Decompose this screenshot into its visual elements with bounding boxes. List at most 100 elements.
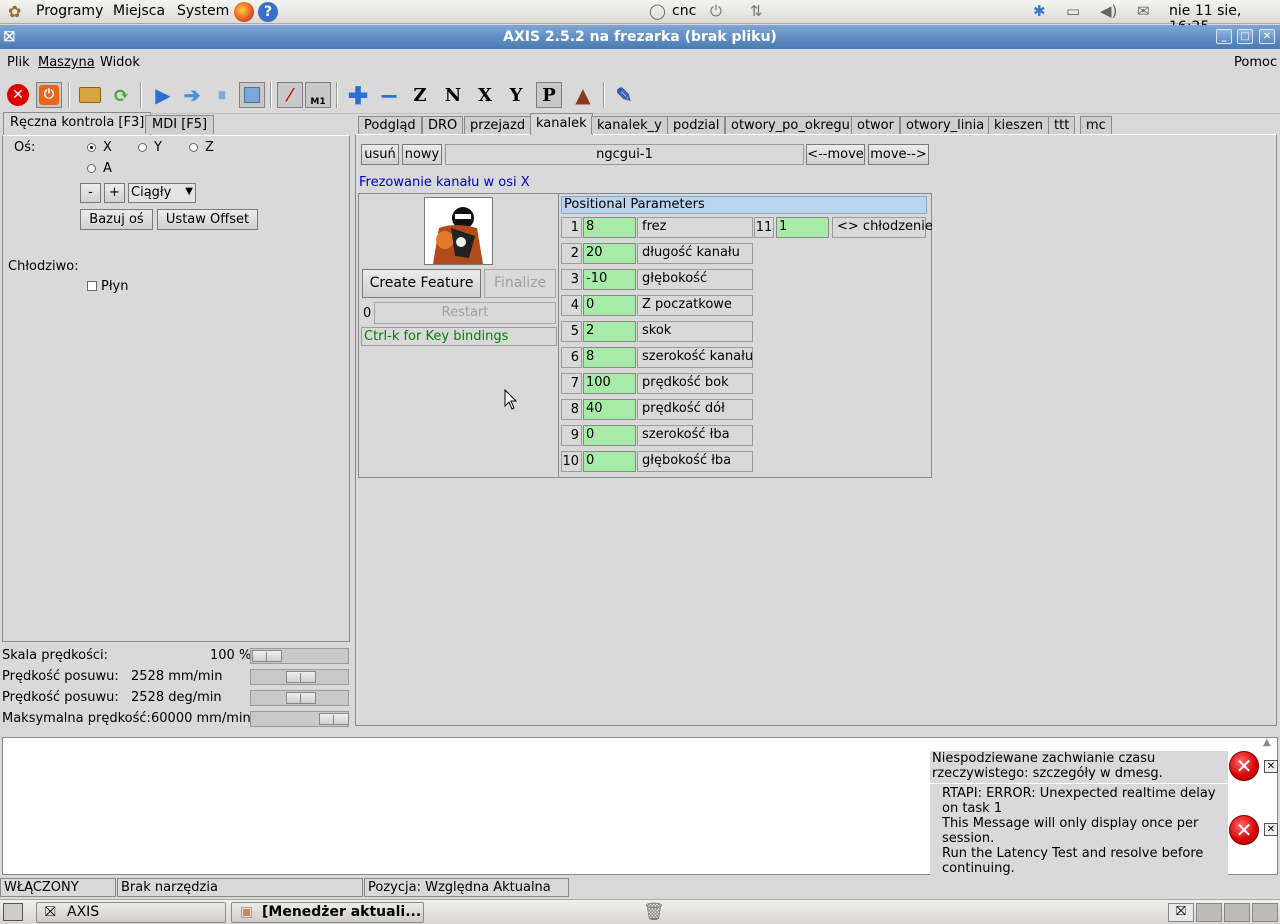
new-button[interactable]: nowy (402, 144, 442, 165)
param-4-input[interactable]: 0 (583, 295, 636, 316)
tab-mdi[interactable]: MDI [F5] (145, 115, 215, 134)
tab-otwory-po-okregu[interactable]: otwory_po_okregu (725, 116, 856, 134)
tab-mc[interactable]: mc (1080, 116, 1112, 134)
tab-podzial[interactable]: podzial (667, 116, 726, 134)
block-delete-icon[interactable]: ⁄ (277, 82, 303, 108)
menu-view[interactable]: Widok (100, 55, 140, 70)
finalize-button[interactable]: Finalize (484, 269, 556, 298)
jog-minus-button[interactable]: - (80, 183, 101, 203)
tab-otwory-linia[interactable]: otwory_linia (900, 116, 991, 134)
slider-thumb[interactable] (285, 671, 316, 683)
tab-kanalek[interactable]: kanalek (530, 113, 593, 135)
restart-button[interactable]: Restart (374, 302, 556, 324)
minimize-button[interactable]: _ (1216, 29, 1232, 44)
axis-a-radio[interactable] (87, 164, 96, 173)
user-name[interactable]: cnc (672, 3, 696, 19)
tab-dro[interactable]: DRO (422, 116, 464, 134)
tab-kanalek-y[interactable]: kanalek_y (591, 116, 668, 134)
slider-thumb[interactable] (252, 650, 282, 662)
workspace-1[interactable]: ⛝ (1168, 903, 1194, 922)
zoom-in-icon[interactable]: ✚ (345, 81, 371, 110)
view-z-icon[interactable]: Z (407, 82, 433, 108)
view-p-icon[interactable]: P (536, 82, 562, 108)
param-7-input[interactable]: 100 (583, 373, 636, 394)
jog-mode-select[interactable]: Ciągły ▼ (128, 183, 196, 203)
angular-jog-speed-slider[interactable] (250, 690, 349, 706)
step-icon[interactable]: ➔ (179, 82, 205, 108)
remove-button[interactable]: usuń (361, 144, 399, 165)
tab-przejazd[interactable]: przejazd (464, 116, 532, 134)
menu-help[interactable]: Pomoc (1234, 55, 1277, 70)
axis-a-label[interactable]: A (103, 161, 112, 176)
jog-speed-slider[interactable] (250, 669, 349, 685)
home-axis-button[interactable]: Bazuj oś (80, 209, 153, 230)
clear-plot-icon[interactable]: ✎ (611, 82, 637, 108)
optional-stop-icon[interactable]: M1 (305, 82, 331, 108)
maximize-button[interactable]: □ (1237, 29, 1253, 44)
view-x-icon[interactable]: X (472, 82, 498, 108)
axis-z-radio[interactable] (189, 143, 198, 152)
open-file-icon[interactable] (77, 82, 103, 108)
power-icon[interactable]: ⏻ (710, 2, 722, 20)
view-y-icon[interactable]: Y (503, 82, 529, 108)
window-titlebar[interactable]: ⛝ AXIS 2.5.2 na frezarka (brak pliku) _ … (0, 25, 1280, 49)
window-app-icon[interactable]: ⛝ (4, 25, 15, 49)
axis-x-label[interactable]: X (103, 140, 112, 155)
param-1-input[interactable]: 8 (583, 217, 636, 238)
message-1-close-button[interactable]: ✕ (1264, 760, 1278, 773)
jog-plus-button[interactable]: + (104, 183, 125, 203)
tab-otwor[interactable]: otwor (851, 116, 900, 134)
rotate-view-icon[interactable]: ▲ (570, 82, 596, 108)
param-2-input[interactable]: 20 (583, 243, 636, 264)
create-feature-button[interactable]: Create Feature (362, 269, 481, 298)
display-icon[interactable]: ▭ (1066, 2, 1080, 20)
close-button[interactable]: ✕ (1259, 29, 1275, 44)
set-offset-button[interactable]: Ustaw Offset (157, 209, 258, 230)
tab-manual-control[interactable]: Ręczna kontrola [F3] (3, 112, 152, 136)
tab-kieszen[interactable]: kieszen (988, 116, 1049, 134)
slider-thumb[interactable] (319, 713, 349, 725)
update-icon[interactable]: ✱ (1033, 2, 1046, 20)
trash-icon[interactable]: 🗑 (643, 902, 665, 922)
move-right-button[interactable]: move--> (868, 144, 929, 165)
tab-podgląd[interactable]: Podgląd (358, 116, 422, 134)
show-desktop-icon[interactable] (3, 903, 23, 921)
view-z2-icon[interactable]: N (440, 82, 466, 108)
estop-icon[interactable]: ✕ (5, 82, 31, 108)
param-6-input[interactable]: 8 (583, 347, 636, 368)
workspace-4[interactable] (1252, 903, 1278, 922)
run-icon[interactable]: ▶ (150, 82, 176, 108)
flood-label[interactable]: Płyn (101, 279, 128, 294)
menu-programs[interactable]: Programy (36, 3, 103, 19)
power-icon[interactable]: ⏻ (36, 82, 62, 108)
axis-y-label[interactable]: Y (154, 140, 162, 155)
help-icon[interactable]: ? (258, 2, 278, 22)
menu-system[interactable]: System (177, 3, 229, 19)
slider-thumb[interactable] (285, 692, 316, 704)
param-11-input[interactable]: 1 (776, 217, 829, 238)
feed-override-slider[interactable] (250, 648, 349, 664)
param-9-input[interactable]: 0 (583, 425, 636, 446)
message-2-close-button[interactable]: ✕ (1264, 823, 1278, 836)
max-velocity-slider[interactable] (250, 711, 349, 727)
pause-icon[interactable]: ⏸ (209, 82, 235, 108)
param-8-input[interactable]: 40 (583, 399, 636, 420)
volume-icon[interactable]: ◀) (1100, 2, 1117, 20)
mail-icon[interactable]: ✉ (1137, 2, 1150, 20)
param-3-input[interactable]: -10 (583, 269, 636, 290)
network-icon[interactable]: ⇅ (750, 2, 763, 20)
flood-checkbox[interactable] (87, 281, 97, 291)
move-left-button[interactable]: <--move (806, 144, 865, 165)
menu-places[interactable]: Miejsca (113, 3, 165, 19)
axis-y-radio[interactable] (138, 143, 147, 152)
task-update-manager[interactable]: ▣ [Menedżer aktuali... (231, 902, 424, 923)
reload-icon[interactable]: ⟳ (108, 82, 134, 108)
param-10-input[interactable]: 0 (583, 451, 636, 472)
zoom-out-icon[interactable]: − (376, 81, 402, 110)
menu-file[interactable]: Plik (7, 55, 30, 70)
firefox-icon[interactable] (234, 2, 254, 22)
tab-ttt[interactable]: ttt (1048, 116, 1076, 134)
menu-machine[interactable]: Maszyna (38, 55, 95, 70)
task-axis[interactable]: ⛝ AXIS (36, 902, 226, 923)
workspace-3[interactable] (1224, 903, 1250, 922)
